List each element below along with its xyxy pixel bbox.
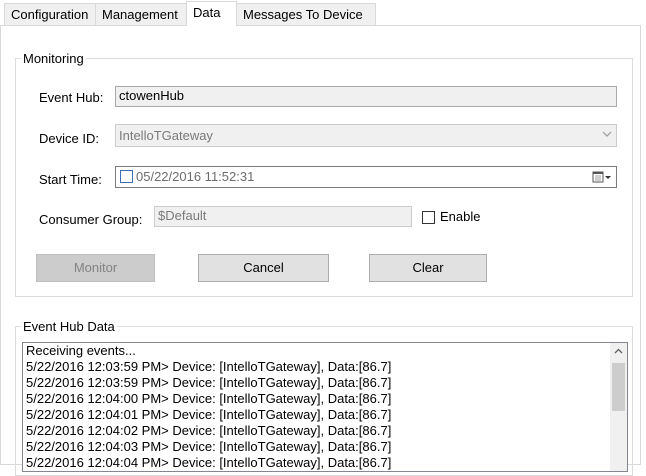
list-item: 5/22/2016 12:04:03 PM> Device: [IntelloT… — [26, 439, 392, 454]
list-item: 5/22/2016 12:04:01 PM> Device: [IntelloT… — [26, 407, 392, 422]
tab-strip: Configuration Management Data Messages T… — [0, 0, 646, 26]
event-hub-label: Event Hub: — [39, 90, 104, 105]
consumer-group-label: Consumer Group: — [39, 212, 143, 227]
enable-checkbox[interactable] — [422, 211, 435, 224]
chevron-down-icon — [602, 131, 612, 137]
list-item: 5/22/2016 12:04:00 PM> Device: [IntelloT… — [26, 391, 392, 406]
tab-data[interactable]: Data — [186, 1, 237, 26]
list-item: 5/22/2016 12:04:02 PM> Device: [IntelloT… — [26, 423, 392, 438]
event-hub-data-group-title: Event Hub Data — [21, 319, 117, 334]
device-id-label: Device ID: — [39, 131, 99, 146]
list-item: 5/22/2016 12:03:59 PM> Device: [IntelloT… — [26, 359, 392, 374]
start-time-picker[interactable]: 05/22/2016 11:52:31 — [115, 166, 617, 188]
data-tab-panel: Monitoring Event Hub: ctowenHub Device I… — [0, 25, 641, 476]
start-time-checkbox[interactable] — [120, 170, 133, 183]
list-item: 5/22/2016 12:03:59 PM> Device: [IntelloT… — [26, 375, 392, 390]
scroll-thumb[interactable] — [612, 363, 625, 411]
event-log-listbox[interactable]: Receiving events... 5/22/2016 12:03:59 P… — [22, 342, 628, 472]
tab-messages-to-device[interactable]: Messages To Device — [236, 3, 376, 25]
calendar-dropdown-icon[interactable] — [592, 170, 612, 184]
event-log-lines: Receiving events... 5/22/2016 12:03:59 P… — [23, 343, 627, 471]
list-item: 5/22/2016 12:04:04 PM> Device: [IntelloT… — [26, 455, 392, 470]
list-item: Receiving events... — [26, 343, 136, 358]
consumer-group-field[interactable]: $Default — [154, 206, 412, 227]
enable-label: Enable — [440, 209, 481, 224]
vertical-scrollbar[interactable] — [610, 343, 627, 471]
device-id-dropdown[interactable]: IntelloTGateway — [115, 124, 617, 147]
event-hub-field[interactable]: ctowenHub — [115, 86, 617, 107]
tab-management[interactable]: Management — [95, 3, 187, 25]
device-id-value: IntelloTGateway — [119, 128, 213, 143]
monitor-button[interactable]: Monitor — [36, 254, 155, 282]
start-time-label: Start Time: — [39, 172, 102, 187]
clear-button[interactable]: Clear — [369, 254, 487, 282]
monitoring-group-title: Monitoring — [21, 51, 86, 66]
tab-configuration[interactable]: Configuration — [4, 3, 96, 25]
scroll-up-arrow-icon[interactable] — [610, 343, 627, 360]
start-time-value: 05/22/2016 11:52:31 — [136, 169, 255, 184]
cancel-button[interactable]: Cancel — [198, 254, 329, 282]
